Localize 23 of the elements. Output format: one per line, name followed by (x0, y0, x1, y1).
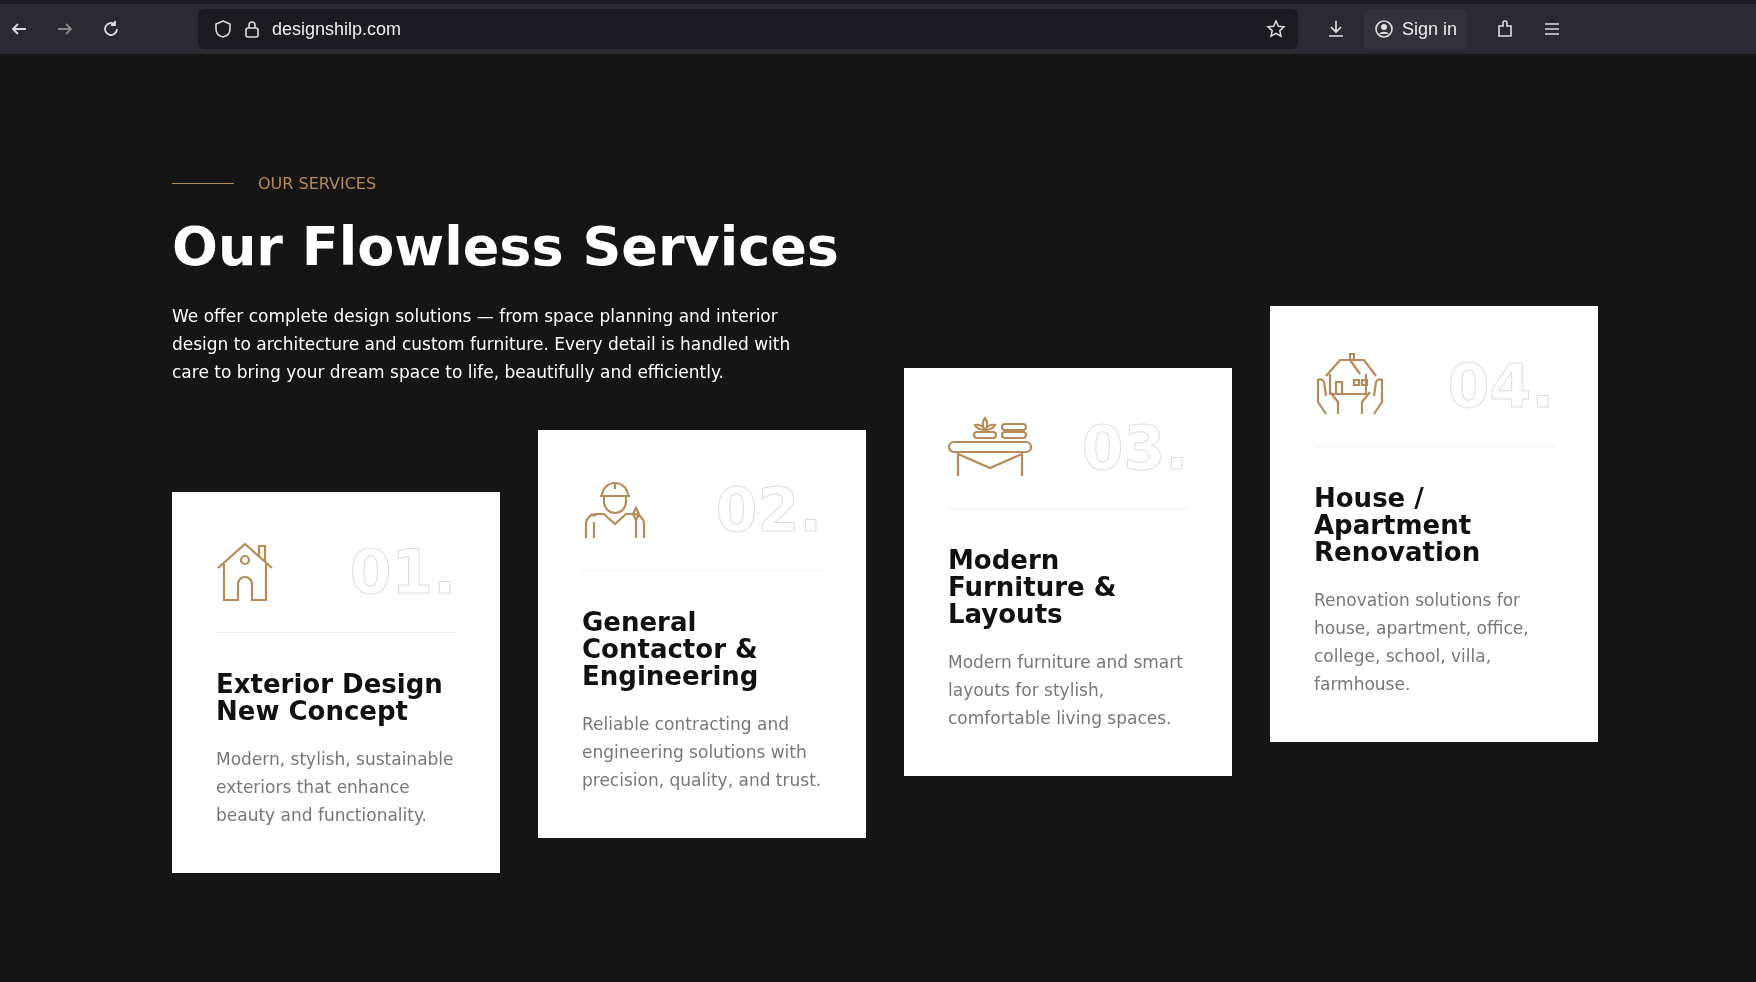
massage-table-icon (948, 414, 1032, 478)
account-icon (1374, 19, 1394, 39)
menu-icon[interactable] (1543, 20, 1562, 38)
house-in-hands-icon (1314, 352, 1386, 416)
shield-icon (214, 19, 232, 39)
lock-icon (244, 19, 260, 39)
card-description: Modern, stylish, sustainable exteriors that enhance beauty and functionality. (216, 748, 455, 827)
card-description: Modern furniture and smart layouts for stylish, comfortable living spaces. (948, 651, 1184, 730)
card-title: Modern Furniture & Layouts (948, 547, 1118, 628)
card-title: House / Apartment Renovation (1314, 485, 1482, 566)
sign-in-button[interactable]: Sign in (1364, 9, 1468, 49)
section-heading: Our Flowless Services (172, 215, 840, 278)
section-description: We offer complete design solutions — from space planning and interior design to architecture and custom furniture. Every detail is handled with care to bring your dream space to life, beautifully and efficiently. (172, 305, 792, 384)
star-icon[interactable] (1266, 19, 1286, 39)
card-title: General Contactor & Engineering (582, 609, 760, 690)
section-label: OUR SERVICES (258, 174, 377, 193)
card-description: Reliable contracting and engineering solutions with precision, quality, and trust. (582, 713, 822, 792)
card-title: Exterior Design New Concept (216, 671, 444, 725)
card-description: Renovation solutions for house, apartment, office, college, school, villa, farmhouse. (1314, 589, 1530, 696)
address-bar[interactable]: designshilp.com (198, 9, 1298, 49)
url-text: designshilp.com (272, 18, 403, 40)
download-icon[interactable] (1326, 19, 1346, 39)
reload-icon[interactable] (102, 20, 120, 38)
